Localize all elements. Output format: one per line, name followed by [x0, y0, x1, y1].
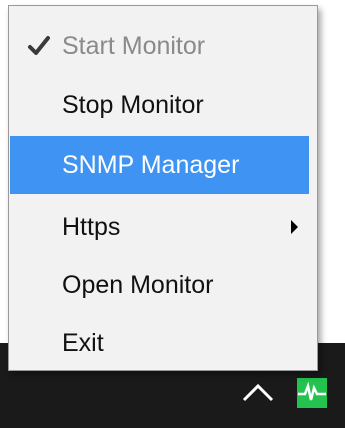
monitor-app-icon[interactable]: [297, 378, 327, 408]
menu-item-open-monitor[interactable]: Open Monitor: [10, 256, 310, 314]
menu-item-label: Start Monitor: [62, 31, 206, 60]
submenu-arrow-icon: [291, 220, 298, 234]
menu-item-label: Exit: [62, 328, 104, 357]
menu-item-label: SNMP Manager: [62, 150, 240, 179]
menu-item-snmp-manager[interactable]: SNMP Manager: [10, 136, 309, 194]
menu-item-label: Stop Monitor: [62, 90, 204, 119]
chevron-up-icon[interactable]: [241, 381, 275, 403]
menu-item-label: Https: [62, 212, 121, 241]
menu-item-label: Open Monitor: [62, 270, 214, 299]
menu-item-https[interactable]: Https: [10, 198, 310, 256]
menu-item-exit[interactable]: Exit: [10, 314, 310, 372]
menu-item-stop-monitor[interactable]: Stop Monitor: [10, 76, 310, 134]
menu-item-start-monitor[interactable]: Start Monitor: [10, 17, 310, 75]
checkmark-icon: [28, 36, 50, 55]
context-menu: Start Monitor Stop Monitor SNMP Manager …: [8, 5, 318, 371]
